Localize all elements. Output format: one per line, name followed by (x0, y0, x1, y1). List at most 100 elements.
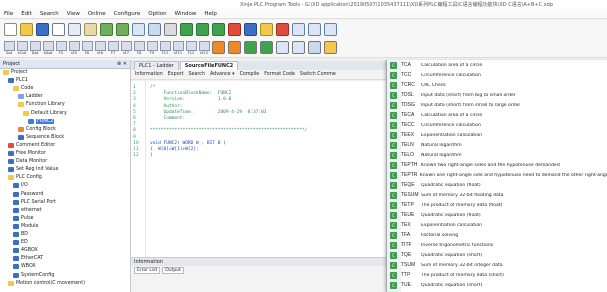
instruction-option[interactable]: C TUE Quadratic equation (short) (387, 280, 607, 290)
instruction-option[interactable]: C TITF Inverse trigonometric functions (387, 240, 607, 250)
tree-item[interactable]: Set Reg Init Value (8, 167, 58, 173)
tree-item[interactable]: Config Block (18, 126, 56, 132)
instruction-option[interactable]: C TFA Factorial solving (387, 230, 607, 240)
instruction-option[interactable]: C TTP The product of memory data (short) (387, 270, 607, 280)
tree-item[interactable]: SystemConfig (13, 272, 54, 278)
ladder-tool-button[interactable]: F8 (133, 40, 145, 55)
code-editor[interactable]: 1 /* 2 FunctionBlockName: FUNC2 3 Version: … (131, 81, 386, 258)
minus-icon[interactable] (324, 22, 337, 36)
tree-item[interactable]: Default Library (23, 110, 67, 116)
tree-item[interactable]: 4GBOX (13, 248, 38, 254)
chart-icon[interactable] (308, 22, 321, 36)
instruction-option[interactable]: C TCRC CRC Check (387, 80, 607, 90)
instruction-option[interactable]: C TEPTR Known one right-angle side and hyp… (387, 170, 607, 180)
tree-item[interactable]: PLC Serial Port (13, 199, 56, 205)
tree-item[interactable]: EtherCAT (13, 256, 43, 262)
stop-icon[interactable] (228, 22, 241, 36)
tree-item[interactable]: Comment Editor (8, 142, 55, 148)
tree-item[interactable]: Code (13, 86, 33, 92)
information-tab[interactable]: Error List (134, 267, 161, 274)
tree-item[interactable]: ED (13, 240, 28, 246)
compare-icon[interactable] (276, 22, 289, 36)
instruction-option[interactable]: C TELO Natural logarithm (387, 150, 607, 160)
instruction-green2-icon[interactable] (260, 41, 273, 54)
editor-toolbar-button[interactable]: Switch Comme (300, 72, 336, 77)
instruction-option[interactable]: C TCA Calculation area of a circle (387, 60, 607, 70)
cut-icon[interactable] (52, 22, 65, 36)
monitor-icon[interactable] (244, 22, 257, 36)
instruction-option[interactable]: C TESUM Sum of memory 32-bit floating data (387, 190, 607, 200)
instruction-option[interactable]: C TQE Quadratic equation (short) (387, 250, 607, 260)
panel-close-icon[interactable]: ⊗ ✕ (117, 60, 127, 68)
information-tab[interactable]: Output (162, 267, 184, 274)
tree-item[interactable]: Function Library (18, 102, 65, 108)
instruction-option[interactable]: C TEX Exponentiation calculation (387, 220, 607, 230)
instruction-option[interactable]: C TDSG Input data (short) from small to la… (387, 100, 607, 110)
tree-item[interactable]: Password (13, 191, 43, 197)
tree-item[interactable]: FUNC2 (28, 118, 55, 124)
tree-item[interactable]: Pulse (13, 215, 34, 221)
ladder-tool-button[interactable]: F5 (55, 40, 67, 55)
tree-item[interactable]: PLC Config (8, 175, 42, 181)
tree-item[interactable]: Sequence Block (18, 134, 64, 140)
instruction-option[interactable]: C TETP The product of memory data (float) (387, 200, 607, 210)
ladder-tool-button[interactable]: Dsd (29, 40, 41, 55)
instruction-option[interactable]: C TDSL Input data (short) from big to smal… (387, 90, 607, 100)
ladder-tool-button[interactable]: F12 (185, 40, 197, 55)
tree-item[interactable]: Ladder (18, 94, 43, 100)
tree-item[interactable]: Data Monitor (8, 159, 47, 165)
ladder-tool-button[interactable]: F7 (107, 40, 119, 55)
ladder-tool-button[interactable]: sF7 (120, 40, 132, 55)
zoom-out-icon[interactable] (292, 41, 305, 54)
ladder-tool-button[interactable]: sF11 (172, 40, 184, 55)
editor-toolbar-button[interactable]: Format Code (264, 72, 295, 77)
ladder-tool-button[interactable]: Ssd (3, 40, 15, 55)
editor-toolbar-button[interactable]: Advance ▾ (210, 72, 235, 77)
tree-item[interactable]: Free Monitor (8, 151, 46, 156)
tree-item[interactable]: ethernet (13, 207, 42, 213)
paste-icon[interactable] (84, 22, 97, 36)
instruction-option[interactable]: C TCC Circumference calculation (387, 70, 607, 80)
instruction-option[interactable]: C TEPTH Known two right-angle sides and th… (387, 160, 607, 170)
instruction-option[interactable]: C TECA Calculation area of a circle (387, 110, 607, 120)
run-icon[interactable] (212, 22, 225, 36)
menu-item[interactable]: Online (88, 9, 106, 18)
ladder-tool-button[interactable]: sCsd (16, 40, 28, 55)
open-folder-icon[interactable] (20, 22, 33, 36)
instruction-option[interactable]: C TEQE Quadratic equation (float) (387, 180, 607, 190)
table-icon[interactable] (148, 22, 161, 36)
menu-item[interactable]: Option (148, 9, 166, 18)
ladder-tool-button[interactable]: F11 (159, 40, 171, 55)
instruction-option[interactable]: C TSUM Sum of memory 32-bit integer data (387, 260, 607, 270)
editor-tab[interactable]: PLC1 - Ladder (134, 61, 179, 70)
menu-item[interactable]: File (4, 9, 13, 18)
editor-toolbar-button[interactable]: Search (188, 72, 204, 77)
menu-item[interactable]: Configure (114, 9, 141, 18)
instruction-option[interactable]: C TECC Circumference calculation (387, 120, 607, 130)
editor-tab[interactable]: SourceFileFUNC2 (179, 61, 239, 70)
instruction-option[interactable]: C TEEX Exponentiation calculation (387, 130, 607, 140)
menu-item[interactable]: View (67, 9, 80, 18)
ladder-tool-button[interactable]: sF12 (198, 40, 210, 55)
ladder-tool-button[interactable]: sF5 (68, 40, 80, 55)
find-icon[interactable] (132, 22, 145, 36)
redo-icon[interactable] (116, 22, 129, 36)
instruction-option[interactable]: C TELN Natural logarithm (387, 140, 607, 150)
save-icon[interactable] (36, 22, 49, 36)
tree-item[interactable]: Module (13, 223, 38, 229)
instruction-orange2-icon[interactable] (228, 41, 241, 54)
menu-item[interactable]: Help (204, 9, 217, 18)
tree-item[interactable]: Project (3, 70, 27, 75)
copy-icon[interactable] (68, 22, 81, 36)
new-file-icon[interactable] (4, 22, 17, 36)
upload-icon[interactable] (196, 22, 209, 36)
tree-item[interactable]: Motion control(C movement) (8, 280, 85, 286)
menu-item[interactable]: Window (175, 9, 197, 18)
tree-item[interactable]: PLC1 (8, 78, 28, 84)
ladder-tool-button[interactable]: sF6 (94, 40, 106, 55)
lock-icon[interactable] (260, 22, 273, 36)
zoom-icon[interactable] (292, 22, 305, 36)
tree-item[interactable]: I/O (13, 183, 28, 189)
ladder-tool-button[interactable]: sDsd (42, 40, 54, 55)
undo-icon[interactable] (100, 22, 113, 36)
